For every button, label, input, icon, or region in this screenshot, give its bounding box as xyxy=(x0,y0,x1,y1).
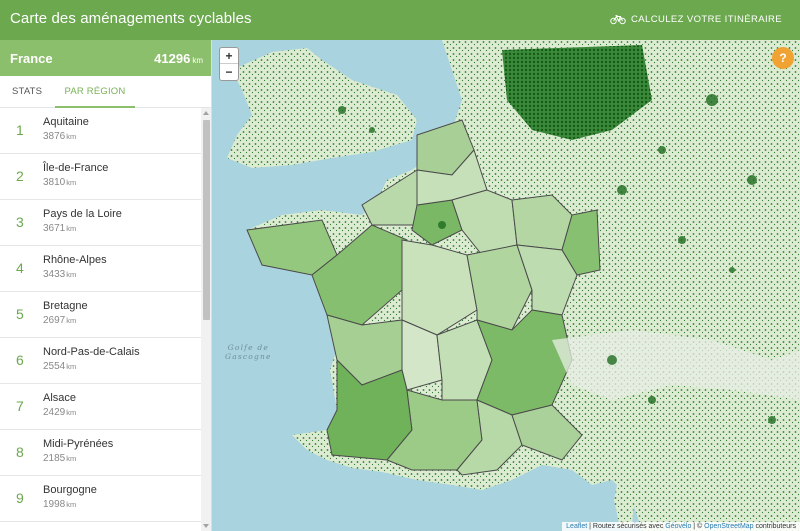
region-km-value: 3876 xyxy=(43,131,66,142)
scroll-up-arrow-icon[interactable] xyxy=(203,111,209,115)
itinerary-label: CALCULEZ VOTRE ITINÉRAIRE xyxy=(631,14,782,25)
region-list-item[interactable]: 2 Île-de-France 3810km xyxy=(0,154,201,200)
region-km: 3876km xyxy=(43,131,76,142)
region-list-item[interactable]: 4 Rhône-Alpes 3433km xyxy=(0,246,201,292)
scrollbar-thumb[interactable] xyxy=(203,120,210,320)
sea-label-line2: Gascogne xyxy=(225,352,272,361)
sidebar: France 41296 km STATS PAR RÉGION 1 Aquitai… xyxy=(0,40,212,531)
top-bar: Carte des aménagements cyclables CALCULE… xyxy=(0,0,800,40)
attribution-text-2: | © xyxy=(691,523,705,530)
region-name: Bourgogne xyxy=(43,484,97,496)
region-km-unit: km xyxy=(66,132,77,141)
sea-label: Golfe de Gascogne xyxy=(225,343,272,361)
help-button[interactable]: ? xyxy=(772,47,794,69)
app-title: Carte des aménagements cyclables xyxy=(10,10,252,27)
zoom-in-button[interactable]: + xyxy=(220,48,238,64)
zoom-control: + − xyxy=(219,47,239,81)
region-name: Aquitaine xyxy=(43,116,89,128)
country-total-unit: km xyxy=(192,56,203,65)
region-rank: 1 xyxy=(16,122,24,138)
region-km-unit: km xyxy=(66,362,77,371)
region-km-unit: km xyxy=(66,500,77,509)
region-km-unit: km xyxy=(66,224,77,233)
sea-label-line1: Golfe de xyxy=(227,343,270,352)
country-summary[interactable]: France 41296 km xyxy=(0,40,211,76)
region-km: 2554km xyxy=(43,361,76,372)
region-km-value: 1998 xyxy=(43,499,66,510)
region-name: Pays de la Loire xyxy=(43,208,122,220)
zoom-out-button[interactable]: − xyxy=(220,64,238,80)
region-name: Bretagne xyxy=(43,300,88,312)
leaflet-link[interactable]: Leaflet xyxy=(566,523,587,530)
region-km-unit: km xyxy=(66,408,77,417)
region-km: 3671km xyxy=(43,223,76,234)
region-list-item[interactable]: 9 Bourgogne 1998km xyxy=(0,476,201,522)
region-rank: 9 xyxy=(16,490,24,506)
region-list-item[interactable]: 3 Pays de la Loire 3671km xyxy=(0,200,201,246)
region-km-unit: km xyxy=(66,454,77,463)
sidebar-scrollbar[interactable] xyxy=(201,108,211,531)
region-name: Alsace xyxy=(43,392,77,404)
region-km-value: 3671 xyxy=(43,223,66,234)
region-km: 2429km xyxy=(43,407,76,418)
map-base xyxy=(227,40,800,531)
attribution-text-1: | Routez sécurisés avec xyxy=(587,523,666,530)
region-list-item[interactable]: 5 Bretagne 2697km xyxy=(0,292,201,338)
region-rank: 5 xyxy=(16,306,24,322)
region-km-value: 2429 xyxy=(43,407,66,418)
map-attribution: Leaflet | Routez sécurisés avec Géovélo … xyxy=(562,522,800,531)
region-name: Midi-Pyrénées xyxy=(43,438,114,450)
region-name: Rhône-Alpes xyxy=(43,254,107,266)
region-km: 3433km xyxy=(43,269,76,280)
region-rank: 8 xyxy=(16,444,24,460)
country-total-value: 41296 xyxy=(154,51,191,66)
region-km-value: 3433 xyxy=(43,269,66,280)
region-km: 3810km xyxy=(43,177,76,188)
openstreetmap-link[interactable]: OpenStreetMap xyxy=(704,523,753,530)
tab-bar: STATS PAR RÉGION xyxy=(0,76,211,108)
region-km-value: 2185 xyxy=(43,453,66,464)
region-name: Nord-Pas-de-Calais xyxy=(43,346,140,358)
region-rank: 3 xyxy=(16,214,24,230)
region-name: Île-de-France xyxy=(43,162,109,174)
region-km: 2185km xyxy=(43,453,76,464)
region-km: 1998km xyxy=(43,499,76,510)
region-km-unit: km xyxy=(66,270,77,279)
region-km-value: 3810 xyxy=(43,177,66,188)
region-rank: 4 xyxy=(16,260,24,276)
region-list-item[interactable]: 7 Alsace 2429km xyxy=(0,384,201,430)
geovelo-link[interactable]: Géovélo xyxy=(665,523,691,530)
region-list-item[interactable]: 8 Midi-Pyrénées 2185km xyxy=(0,430,201,476)
attribution-text-3: contributeurs xyxy=(753,523,796,530)
great-britain-land xyxy=(227,48,417,168)
region-rank: 2 xyxy=(16,168,24,184)
region-km: 2697km xyxy=(43,315,76,326)
region-rank: 6 xyxy=(16,352,24,368)
country-total: 41296 km xyxy=(154,51,203,66)
tab-stats[interactable]: STATS xyxy=(12,86,42,97)
region-list-item[interactable]: 6 Nord-Pas-de-Calais 2554km xyxy=(0,338,201,384)
itinerary-button[interactable]: CALCULEZ VOTRE ITINÉRAIRE xyxy=(610,14,782,25)
region-km-unit: km xyxy=(66,178,77,187)
bicycle-icon xyxy=(610,15,626,25)
tab-par-region[interactable]: PAR RÉGION xyxy=(55,86,135,108)
region-list: 1 Aquitaine 3876km 2 Île-de-France 3810km 3 Pay… xyxy=(0,108,201,522)
map-view[interactable]: Golfe de Gascogne + − ? Leaflet | Routez… xyxy=(212,40,800,531)
region-km-value: 2697 xyxy=(43,315,66,326)
region-list-item[interactable]: 1 Aquitaine 3876km xyxy=(0,108,201,154)
scroll-down-arrow-icon[interactable] xyxy=(203,524,209,528)
country-name: France xyxy=(10,51,53,66)
region-km-unit: km xyxy=(66,316,77,325)
region-km-value: 2554 xyxy=(43,361,66,372)
region-rank: 7 xyxy=(16,398,24,414)
